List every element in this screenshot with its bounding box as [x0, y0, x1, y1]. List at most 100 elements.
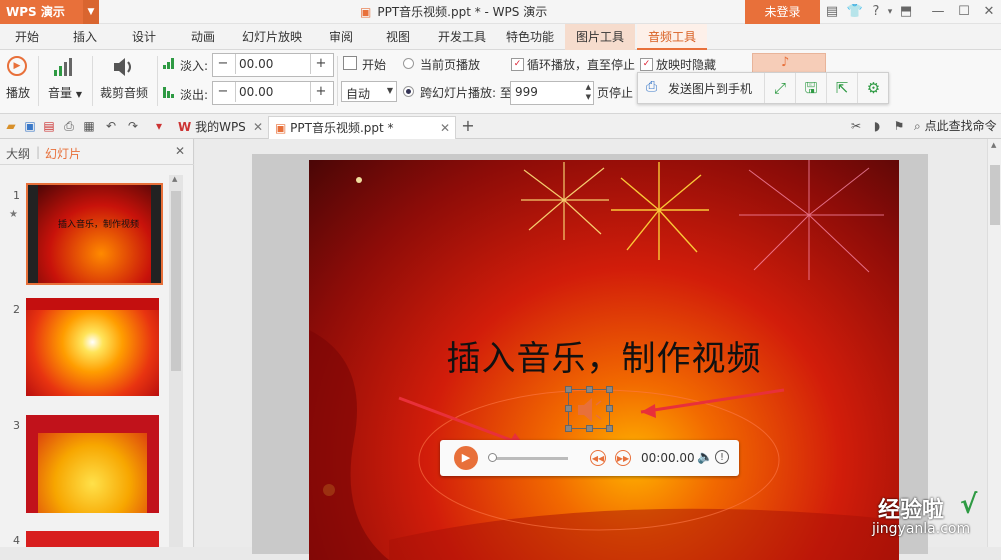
ribbon-tabs: 开始 插入 设计 动画 幻灯片放映 审阅 视图 开发工具 特色功能 图片工具 音…: [0, 24, 1001, 50]
canvas-scrollbar[interactable]: ▲: [987, 139, 1001, 547]
tab-review[interactable]: 审阅: [318, 24, 364, 50]
close-icon[interactable]: ✕: [979, 2, 999, 22]
forward-icon[interactable]: ▶▶: [615, 450, 631, 466]
fade-out-value[interactable]: 00.00: [235, 82, 311, 102]
loop-checkbox[interactable]: ✓: [511, 58, 524, 71]
wps-menu-button[interactable]: WPS 演示 ▼: [0, 0, 99, 24]
tab-developer[interactable]: 开发工具: [432, 24, 492, 50]
slide-thumbnail-4[interactable]: [26, 531, 159, 547]
slide[interactable]: 插入音乐，制作视频 ▶ ◀◀ ▶▶ 00:00.00 🔈 !: [309, 160, 899, 560]
flag-icon[interactable]: ⚑: [890, 117, 908, 135]
fade-out-label: 淡出:: [180, 88, 209, 102]
tab-animation[interactable]: 动画: [180, 24, 226, 50]
fullscreen-icon[interactable]: ⤢: [764, 73, 795, 103]
save-icon[interactable]: 🖫: [795, 73, 826, 103]
stepper-arrows-icon[interactable]: ▲ ▼: [586, 82, 591, 102]
close-icon[interactable]: ✕: [440, 117, 450, 140]
close-icon[interactable]: ✕: [253, 116, 263, 139]
slide-thumbnail-2[interactable]: [26, 298, 159, 396]
increment-button[interactable]: +: [311, 54, 331, 74]
resize-handle[interactable]: [565, 386, 572, 393]
tab-start[interactable]: 开始: [4, 24, 50, 50]
rewind-icon[interactable]: ◀◀: [590, 450, 606, 466]
shirt-icon[interactable]: 👕: [845, 2, 865, 22]
play-button[interactable]: ▶: [454, 446, 478, 470]
resize-handle[interactable]: [586, 425, 593, 432]
restore-layout-icon[interactable]: ⬒: [896, 2, 916, 22]
tab-audio-tools[interactable]: 音频工具: [637, 24, 707, 50]
resize-handle[interactable]: [586, 386, 593, 393]
cross-slide-value[interactable]: 999: [515, 85, 538, 99]
volume-button[interactable]: 音量 ▼: [44, 54, 84, 108]
save-icon[interactable]: ▣: [21, 117, 39, 135]
tool-icon[interactable]: ✂: [847, 117, 865, 135]
info-icon[interactable]: !: [715, 450, 729, 464]
pane-scrollbar[interactable]: ▲: [169, 175, 183, 547]
tab-document[interactable]: ▣ PPT音乐视频.ppt * ✕: [268, 116, 456, 139]
scroll-thumb[interactable]: [990, 165, 1000, 225]
redo-icon[interactable]: ↷: [124, 117, 142, 135]
decrement-button[interactable]: −: [213, 54, 233, 74]
start-mode-select[interactable]: 自动 ▼: [341, 81, 397, 102]
resize-handle[interactable]: [606, 386, 613, 393]
share-icon[interactable]: ⇱: [826, 73, 857, 103]
send-to-phone-button[interactable]: 发送图片到手机: [668, 80, 752, 97]
customize-icon[interactable]: ▾: [150, 117, 168, 135]
chevron-up-icon[interactable]: ▲: [991, 141, 996, 149]
cross-slide-radio[interactable]: [403, 86, 414, 97]
audio-object[interactable]: [565, 386, 613, 432]
hide-checkbox[interactable]: ✓: [640, 58, 653, 71]
resize-handle[interactable]: [565, 425, 572, 432]
fade-out-stepper[interactable]: − 00.00 +: [212, 81, 334, 105]
tab-outline[interactable]: 大纲: [6, 145, 30, 162]
slide-thumbnail-1[interactable]: 插入音乐，制作视频: [26, 183, 163, 285]
gear-icon[interactable]: ⚙: [857, 73, 889, 103]
open-folder-icon[interactable]: ▰: [2, 117, 20, 135]
current-page-label: 当前页播放: [420, 58, 481, 72]
comment-icon[interactable]: ◗: [868, 117, 886, 135]
increment-button[interactable]: +: [311, 82, 331, 102]
print-preview-icon[interactable]: ▦: [80, 117, 98, 135]
watermark-title: 经验啦: [878, 498, 945, 523]
command-search[interactable]: ⌕ 点此查找命令: [914, 117, 1001, 135]
minimize-icon[interactable]: —: [928, 2, 948, 22]
login-button[interactable]: 未登录: [745, 0, 820, 24]
skin-icon[interactable]: ▤: [822, 2, 842, 22]
export-pdf-icon[interactable]: ▤: [40, 117, 58, 135]
play-button[interactable]: ▶ 播放: [4, 54, 32, 108]
tab-slideshow[interactable]: 幻灯片放映: [236, 24, 308, 50]
undo-icon[interactable]: ↶: [102, 117, 120, 135]
volume-label: 音量 ▼: [48, 86, 82, 100]
resize-handle[interactable]: [606, 425, 613, 432]
close-icon[interactable]: ✕: [175, 144, 185, 158]
slide-thumbnail-3[interactable]: [26, 415, 159, 513]
seek-track[interactable]: [490, 457, 568, 460]
current-page-radio[interactable]: [403, 58, 414, 69]
seek-handle[interactable]: [488, 453, 497, 462]
cross-slide-stepper[interactable]: 999 ▲ ▼: [510, 81, 594, 105]
chevron-down-icon[interactable]: ▼: [83, 0, 99, 24]
tab-design[interactable]: 设计: [121, 24, 167, 50]
tab-insert[interactable]: 插入: [62, 24, 108, 50]
tab-my-wps[interactable]: W 我的WPS ✕: [172, 116, 268, 139]
add-tab-icon[interactable]: +: [459, 117, 477, 135]
red-curtain-right: [147, 415, 159, 513]
red-curtain-top: [26, 415, 159, 433]
decrement-button[interactable]: −: [213, 82, 233, 102]
maximize-icon[interactable]: ☐: [954, 2, 974, 22]
tab-slides[interactable]: 幻灯片: [45, 145, 81, 162]
tab-features[interactable]: 特色功能: [500, 24, 560, 50]
chevron-up-icon[interactable]: ▲: [172, 175, 177, 183]
resize-handle[interactable]: [606, 405, 613, 412]
slide-title[interactable]: 插入音乐，制作视频: [309, 331, 899, 380]
fade-in-value[interactable]: 00.00: [235, 54, 311, 74]
trim-audio-button[interactable]: 裁剪音频: [96, 54, 152, 108]
volume-icon[interactable]: 🔈: [697, 450, 713, 465]
tab-picture-tools[interactable]: 图片工具: [565, 24, 635, 50]
print-icon[interactable]: ⎙: [60, 117, 78, 135]
resize-handle[interactable]: [565, 405, 572, 412]
fade-in-stepper[interactable]: − 00.00 +: [212, 53, 334, 77]
audio-settings-button[interactable]: ♪: [752, 53, 826, 73]
tab-view[interactable]: 视图: [375, 24, 421, 50]
scroll-thumb[interactable]: [171, 191, 181, 371]
